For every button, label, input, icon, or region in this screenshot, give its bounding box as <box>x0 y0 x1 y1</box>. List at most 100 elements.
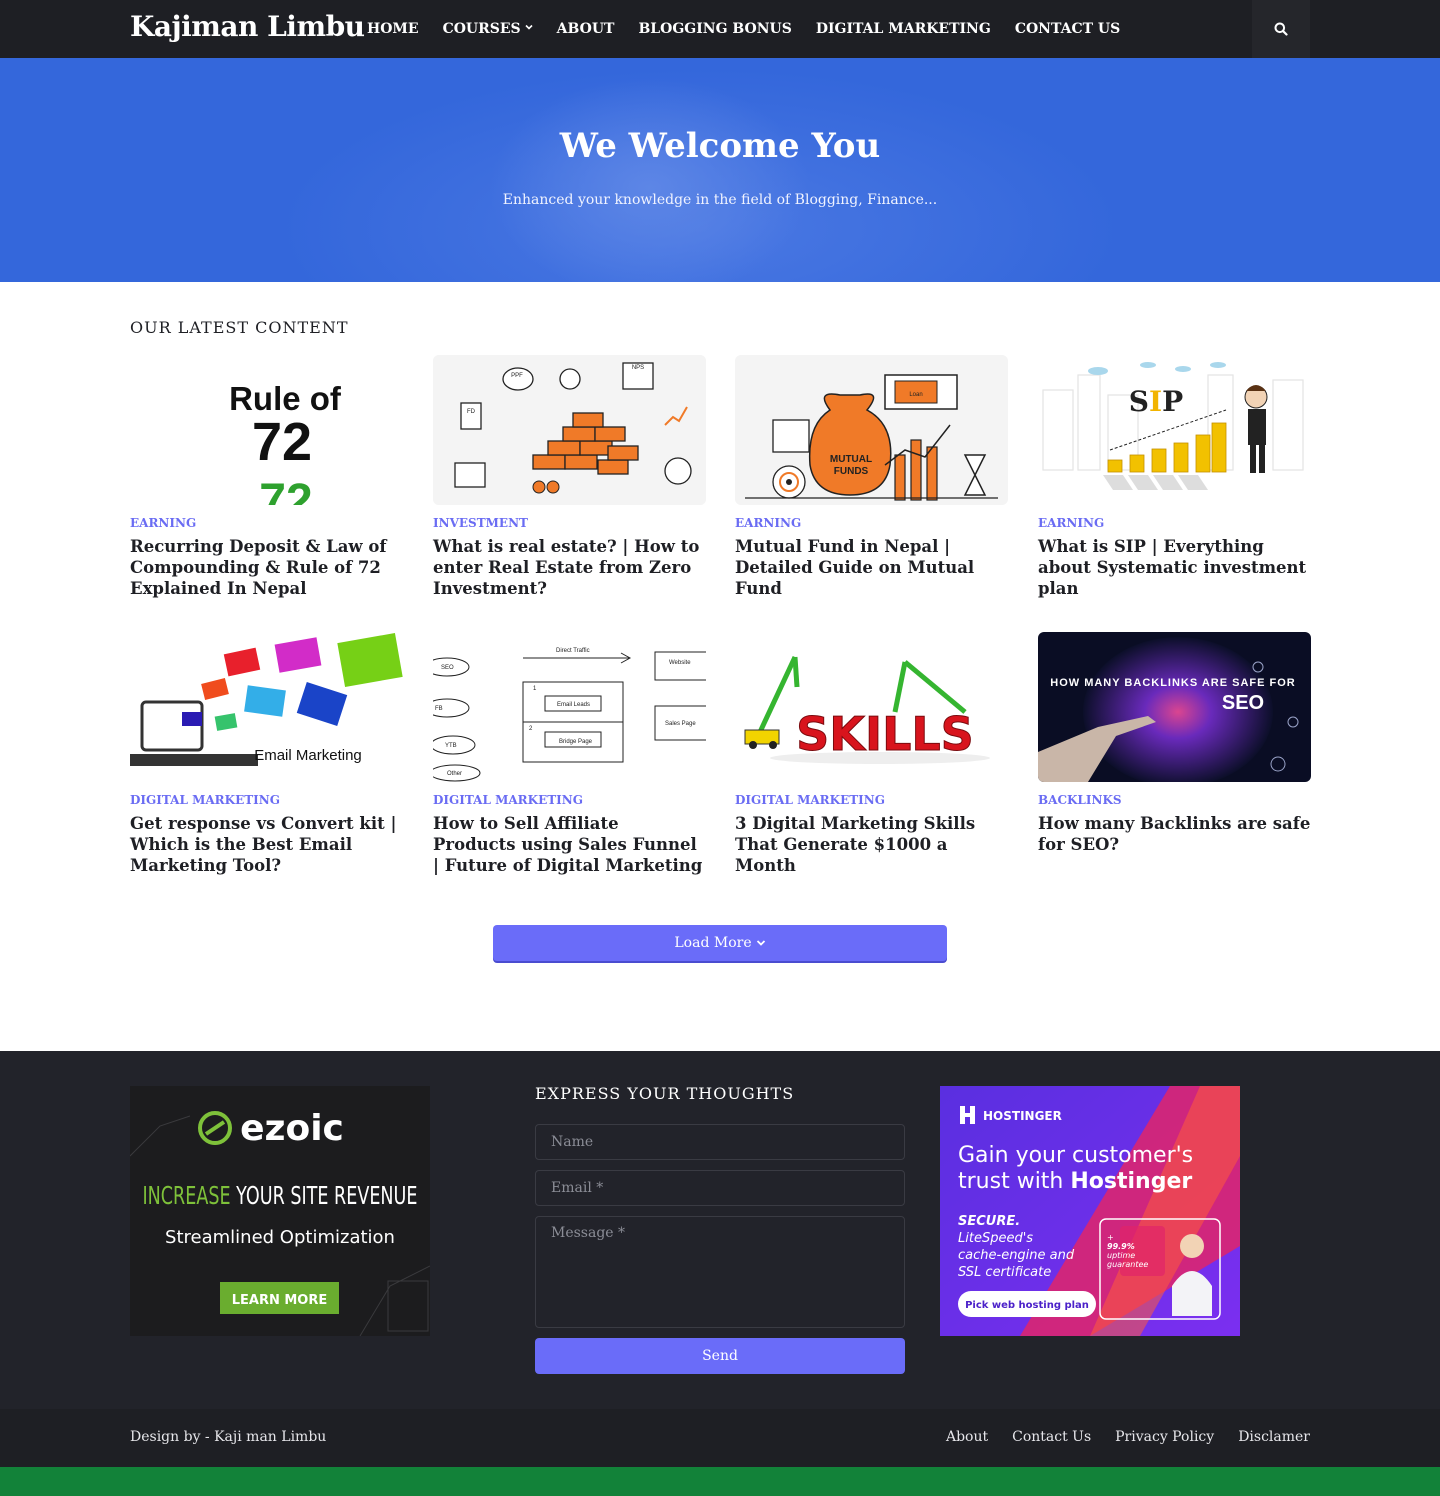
design-credit: Design by - Kaji man Limbu <box>130 1429 327 1445</box>
svg-text:Streamlined Optimization: Streamlined Optimization <box>165 1227 395 1248</box>
svg-text:guarantee: guarantee <box>1107 1260 1148 1269</box>
post-card[interactable]: HOW MANY BACKLINKS ARE SAFE FOR SEO BACK… <box>1038 632 1311 855</box>
post-title[interactable]: Recurring Deposit & Law of Compounding &… <box>130 536 403 599</box>
menu-item-courses-label: COURSES <box>442 21 521 37</box>
post-category[interactable]: DIGITAL MARKETING <box>130 793 403 807</box>
svg-text:FB: FB <box>435 706 443 712</box>
bottom-accent-bar <box>0 1467 1440 1496</box>
latest-content-heading: OUR LATEST CONTENT <box>130 318 349 337</box>
svg-text:Direct Traffic: Direct Traffic <box>556 648 590 654</box>
svg-text:LEARN MORE: LEARN MORE <box>232 1293 328 1308</box>
post-card[interactable]: Email Marketing DIGITAL MARKETING Get re… <box>130 632 403 876</box>
footer-links: About Contact Us Privacy Policy Disclame… <box>946 1429 1310 1445</box>
post-card[interactable]: Rule of 72 72 EARNING Recurring Deposit … <box>130 355 403 599</box>
post-thumbnail-sip[interactable]: SIP <box>1038 355 1311 505</box>
post-title[interactable]: How many Backlinks are safe for SEO? <box>1038 813 1311 855</box>
post-card[interactable]: PPF NPS FD INVESTMENT What is real estat… <box>433 355 706 599</box>
search-icon <box>1274 22 1288 36</box>
svg-text:72: 72 <box>259 475 312 505</box>
post-thumbnail-real-estate[interactable]: PPF NPS FD <box>433 355 706 505</box>
post-thumbnail-sales-funnel[interactable]: SEO FB YTB Other Direct Traffic Website Sales… <box>433 632 706 782</box>
post-title[interactable]: Mutual Fund in Nepal | Detailed Guide on… <box>735 536 1008 599</box>
svg-text:SEO: SEO <box>441 665 454 671</box>
hero-title: We Welcome You <box>559 126 881 166</box>
menu-item-about[interactable]: ABOUT <box>557 21 615 37</box>
post-category[interactable]: EARNING <box>130 516 403 530</box>
svg-text:HOW MANY BACKLINKS ARE SAFE FO: HOW MANY BACKLINKS ARE SAFE FOR <box>1050 677 1296 689</box>
svg-text:Email Leads: Email Leads <box>557 702 590 708</box>
svg-text:NPS: NPS <box>632 365 644 371</box>
menu-item-blogging-bonus[interactable]: BLOGGING BONUS <box>638 21 791 37</box>
contact-form-title: EXPRESS YOUR THOUGHTS <box>535 1084 795 1103</box>
post-title[interactable]: What is SIP | Everything about Systemati… <box>1038 536 1311 599</box>
bottom-bar: Design by - Kaji man Limbu About Contact… <box>0 1409 1440 1467</box>
footer-link-about[interactable]: About <box>946 1429 988 1445</box>
svg-text:HOSTINGER: HOSTINGER <box>983 1109 1062 1123</box>
chevron-down-icon <box>756 940 765 946</box>
post-thumbnail-skills[interactable]: SKILLS <box>735 632 1008 782</box>
post-thumbnail-email-marketing[interactable]: Email Marketing <box>130 632 403 782</box>
hero-banner: We Welcome You Enhanced your knowledge i… <box>0 58 1440 282</box>
svg-text:FUNDS: FUNDS <box>834 466 869 477</box>
svg-text:Loan: Loan <box>909 392 922 398</box>
post-card[interactable]: SKILLS DIGITAL MARKETING 3 Digital Marke… <box>735 632 1008 876</box>
name-field[interactable]: Name <box>535 1124 905 1160</box>
footer-link-contact-us[interactable]: Contact Us <box>1012 1429 1091 1445</box>
footer-link-privacy-policy[interactable]: Privacy Policy <box>1115 1429 1214 1445</box>
post-thumbnail-backlinks[interactable]: HOW MANY BACKLINKS ARE SAFE FOR SEO <box>1038 632 1311 782</box>
footer-link-disclaimer[interactable]: Disclamer <box>1238 1429 1310 1445</box>
svg-text:SSL certificate: SSL certificate <box>958 1265 1051 1280</box>
post-card[interactable]: MUTUAL FUNDS Loan EARNING Mutual Fund in… <box>735 355 1008 599</box>
top-navbar: Kajiman Limbu HOME COURSES ABOUT BLOGGIN… <box>0 0 1440 58</box>
post-category[interactable]: EARNING <box>1038 516 1311 530</box>
post-title[interactable]: How to Sell Affiliate Products using Sal… <box>433 813 706 876</box>
svg-text:SECURE.: SECURE. <box>958 1214 1020 1229</box>
menu-item-home[interactable]: HOME <box>367 21 419 37</box>
post-category[interactable]: INVESTMENT <box>433 516 706 530</box>
post-title[interactable]: What is real estate? | How to enter Real… <box>433 536 706 599</box>
post-card[interactable]: SEO FB YTB Other Direct Traffic Website Sales… <box>433 632 706 876</box>
ezoic-ad[interactable]: ezoic INCREASE YOUR SITE REVENUE Streaml… <box>130 1086 430 1336</box>
menu-item-contact-us[interactable]: CONTACT US <box>1015 21 1120 37</box>
svg-text:cache-engine and: cache-engine and <box>958 1248 1075 1263</box>
search-button[interactable] <box>1252 0 1310 58</box>
post-category[interactable]: EARNING <box>735 516 1008 530</box>
svg-text:Sales Page: Sales Page <box>665 721 696 727</box>
svg-text:FD: FD <box>467 409 476 415</box>
svg-text:Gain your customer's: Gain your customer's <box>958 1143 1193 1168</box>
post-card[interactable]: SIP EARNING What is SIP | Everything abo… <box>1038 355 1311 599</box>
post-title[interactable]: 3 Digital Marketing Skills That Generate… <box>735 813 1008 876</box>
message-field[interactable]: Message * <box>535 1216 905 1328</box>
email-field[interactable]: Email * <box>535 1170 905 1206</box>
post-category[interactable]: BACKLINKS <box>1038 793 1311 807</box>
site-brand[interactable]: Kajiman Limbu <box>130 10 365 43</box>
svg-text:trust with Hostinger: trust with Hostinger <box>958 1169 1192 1194</box>
svg-text:LiteSpeed's: LiteSpeed's <box>958 1231 1033 1246</box>
chevron-down-icon <box>525 24 533 30</box>
svg-text:uptime: uptime <box>1107 1251 1135 1260</box>
svg-text:ezoic: ezoic <box>240 1108 344 1149</box>
post-thumbnail-mutual-fund[interactable]: MUTUAL FUNDS Loan <box>735 355 1008 505</box>
hostinger-ad[interactable]: HOSTINGER Gain your customer's trust wit… <box>940 1086 1240 1336</box>
post-category[interactable]: DIGITAL MARKETING <box>433 793 706 807</box>
svg-text:YTB: YTB <box>445 743 457 749</box>
load-more-button[interactable]: Load More <box>493 925 947 961</box>
post-category[interactable]: DIGITAL MARKETING <box>735 793 1008 807</box>
svg-text:Pick web hosting plan: Pick web hosting plan <box>965 1300 1089 1311</box>
post-title[interactable]: Get response vs Convert kit | Which is t… <box>130 813 403 876</box>
hero-subtitle: Enhanced your knowledge in the field of … <box>502 192 938 208</box>
load-more-label: Load More <box>674 935 752 951</box>
post-thumbnail-rule-of-72[interactable]: Rule of 72 72 <box>130 355 403 505</box>
svg-text:SEO: SEO <box>1222 692 1264 714</box>
svg-text:72: 72 <box>252 412 312 472</box>
svg-text:PPF: PPF <box>511 373 523 379</box>
send-button[interactable]: Send <box>535 1338 905 1374</box>
main-menu: HOME COURSES ABOUT BLOGGING BONUS DIGITA… <box>367 0 1120 58</box>
svg-text:+: + <box>1107 1233 1114 1242</box>
svg-text:Bridge Page: Bridge Page <box>559 739 593 745</box>
svg-text:INCREASE YOUR SITE REVENUE: INCREASE YOUR SITE REVENUE <box>143 1181 418 1210</box>
svg-text:MUTUAL: MUTUAL <box>830 454 872 465</box>
menu-item-courses[interactable]: COURSES <box>443 21 533 37</box>
svg-text:Other: Other <box>447 771 462 777</box>
menu-item-digital-marketing[interactable]: DIGITAL MARKETING <box>816 21 991 37</box>
